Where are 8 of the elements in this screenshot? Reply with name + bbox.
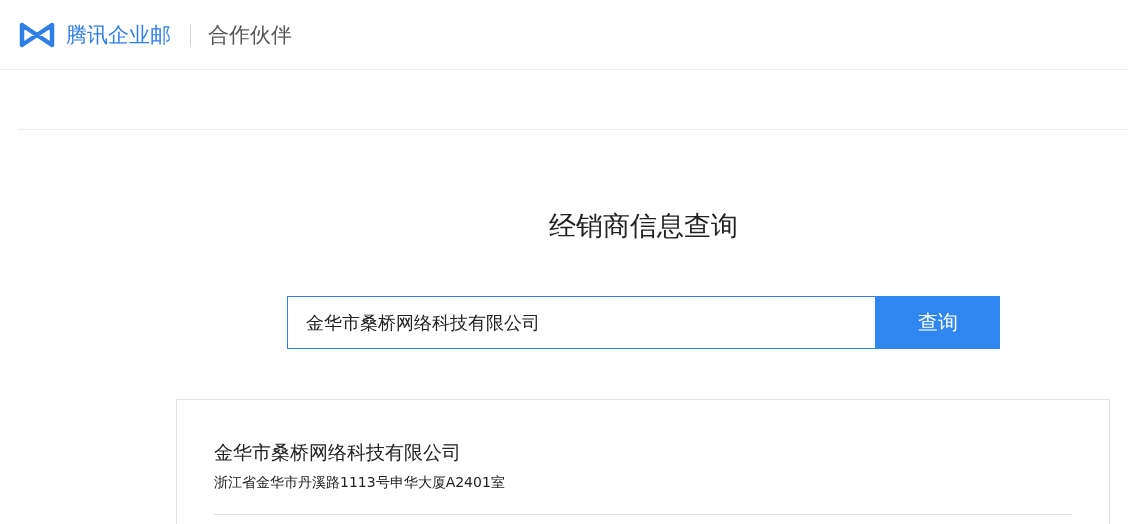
company-address: 浙江省金华市丹溪路1113号申华大厦A2401室 (214, 473, 506, 492)
search-button[interactable]: 查询 (875, 296, 1000, 349)
section-title: 合作伙伴 (208, 21, 292, 49)
page-title: 经销商信息查询 (547, 209, 739, 243)
brand-name[interactable]: 腾讯企业邮 (66, 20, 171, 49)
company-name: 金华市桑桥网络科技有限公司 (214, 440, 462, 465)
logo-icon (18, 21, 56, 48)
search-field[interactable]: 金华市桑桥网络科技有限公司 (287, 296, 875, 349)
